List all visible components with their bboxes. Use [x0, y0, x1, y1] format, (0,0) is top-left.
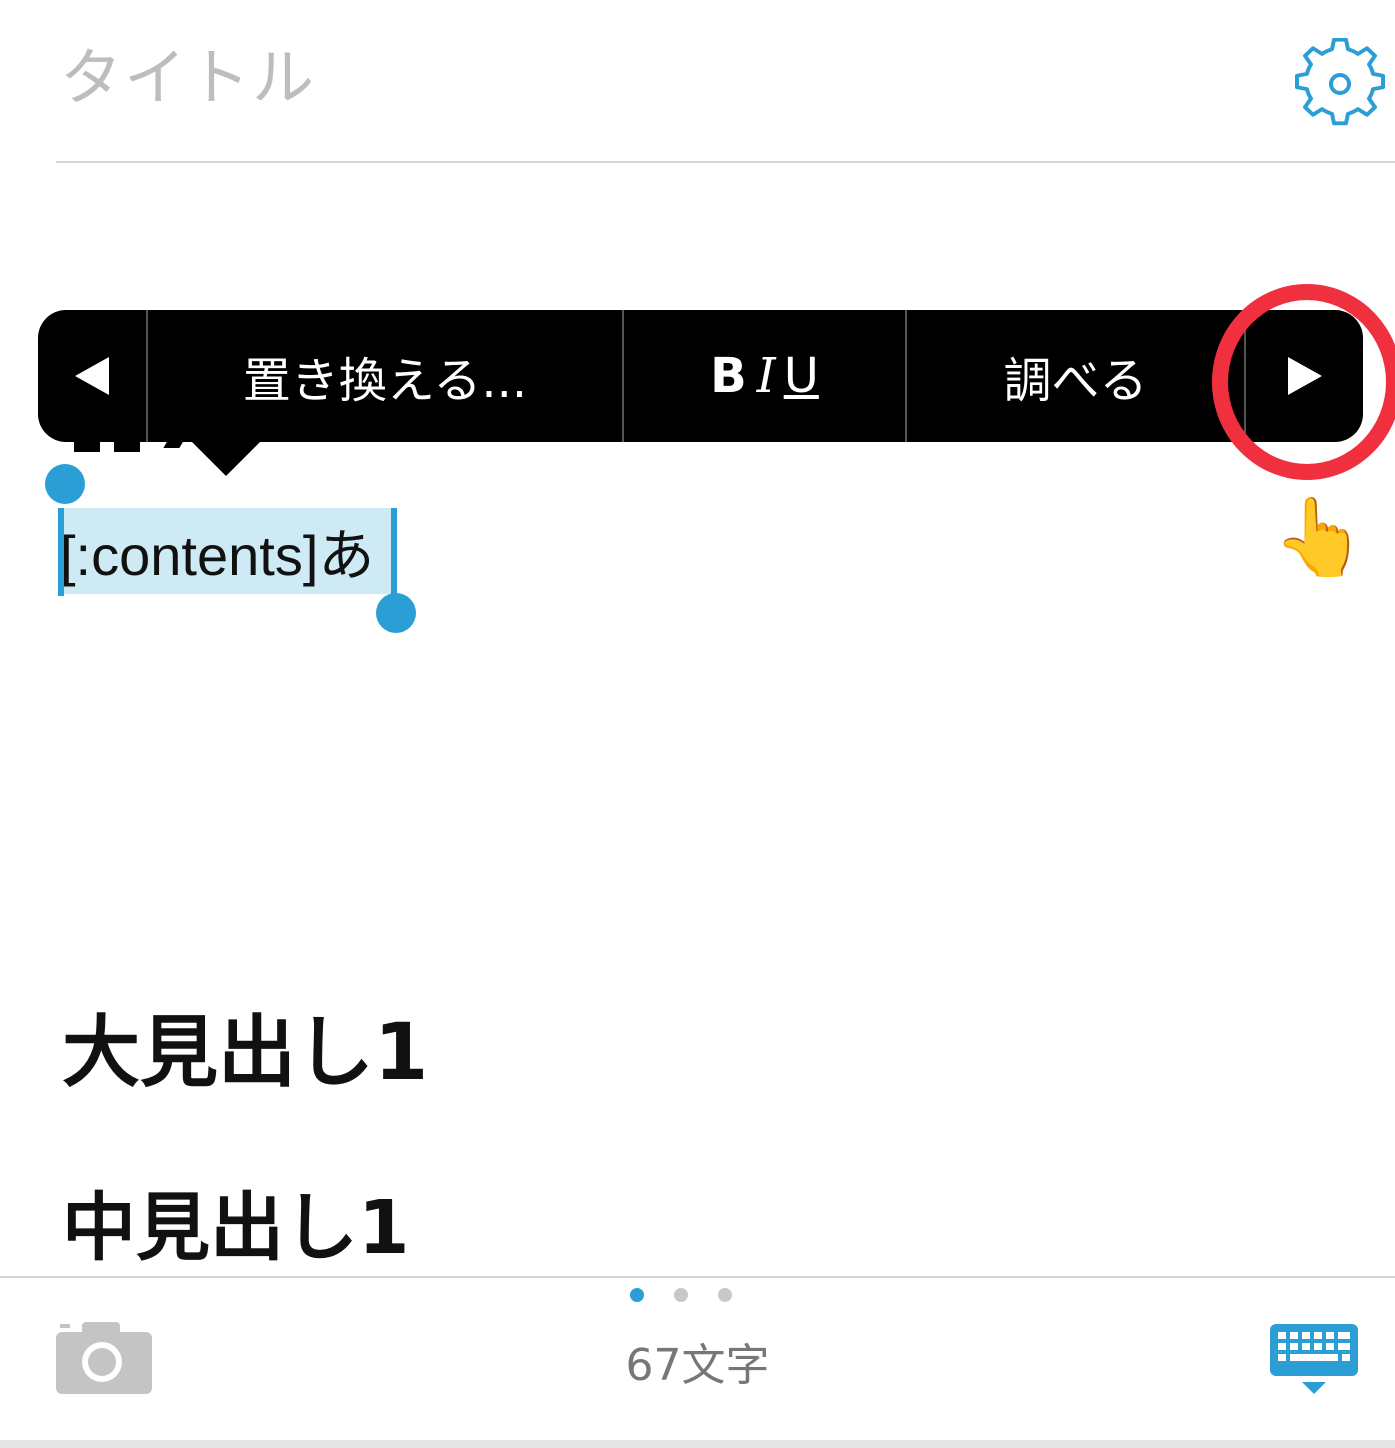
selection-start-handle[interactable] — [45, 464, 85, 504]
title-divider — [56, 161, 1395, 163]
biu-menu-item[interactable]: B I U — [624, 310, 907, 442]
selection-end-caret — [391, 508, 397, 596]
underline-label: U — [783, 348, 819, 404]
page-indicator[interactable] — [630, 1288, 732, 1302]
pointing-hand-icon: 👆 — [1272, 492, 1367, 581]
page-dot-1[interactable] — [630, 1288, 644, 1302]
gear-icon[interactable] — [1294, 38, 1386, 130]
bold-label: B — [710, 348, 747, 404]
menu-prev-button[interactable] — [38, 310, 148, 442]
edit-menu: 置き換える... B I U 調べる — [38, 310, 1363, 442]
selection-end-handle[interactable] — [376, 593, 416, 633]
toolbar-divider — [0, 1276, 1395, 1278]
title-input[interactable]: タイトル — [60, 38, 316, 118]
keyboard-hide-icon[interactable] — [1270, 1324, 1358, 1396]
italic-label: I — [756, 348, 776, 404]
bottom-edge — [0, 1440, 1395, 1448]
replace-menu-item[interactable]: 置き換える... — [148, 310, 624, 442]
heading-medium[interactable]: 中見出し1 — [62, 1180, 410, 1276]
page-dot-2[interactable] — [674, 1288, 688, 1302]
character-count: 67文字 — [625, 1340, 770, 1391]
menu-next-button[interactable] — [1246, 310, 1363, 442]
covered-heading-fragment — [68, 432, 188, 454]
heading-large[interactable]: 大見出し1 — [62, 1005, 428, 1101]
page-dot-3[interactable] — [718, 1288, 732, 1302]
selection-start-caret — [58, 508, 64, 596]
lookup-menu-item[interactable]: 調べる — [907, 310, 1246, 442]
menu-pointer-tail — [190, 440, 262, 476]
triangle-right-icon — [1287, 357, 1322, 395]
triangle-left-icon — [75, 357, 109, 395]
selected-text[interactable]: [:contents]あ — [60, 518, 374, 594]
